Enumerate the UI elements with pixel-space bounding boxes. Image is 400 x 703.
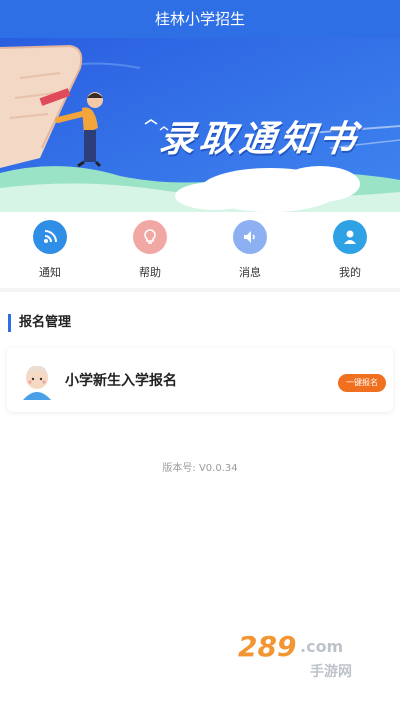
enroll-card[interactable]: 小学新生入学报名 一键报名	[7, 348, 393, 412]
svg-text:289: 289	[238, 630, 296, 663]
section-divider	[0, 288, 400, 292]
site-watermark-logo: 289 .com 手游网	[238, 626, 378, 686]
quick-link-label: 通知	[39, 266, 61, 279]
quick-link-notice[interactable]: 通知	[0, 212, 100, 282]
app-title: 桂林小学招生	[0, 0, 400, 38]
student-avatar-icon	[19, 362, 55, 400]
svg-text:.com: .com	[300, 637, 343, 656]
quick-link-help[interactable]: 帮助	[100, 212, 200, 282]
user-icon	[333, 220, 367, 254]
section-title: 报名管理	[8, 314, 71, 332]
lightbulb-icon	[133, 220, 167, 254]
banner[interactable]: 录取通知书	[0, 38, 400, 212]
signal-icon	[33, 220, 67, 254]
one-click-enroll-button[interactable]: 一键报名	[338, 374, 386, 392]
quick-link-label: 帮助	[139, 266, 161, 279]
speaker-icon	[233, 220, 267, 254]
quick-links: 通知 帮助 消息 我的	[0, 212, 400, 282]
svg-text:手游网: 手游网	[310, 663, 352, 680]
app-screen: 桂林小学招生 录取通知书 通知 帮助 消息 我的 报名管理 小学新生入学报名 一…	[0, 0, 400, 703]
quick-link-label: 消息	[239, 266, 261, 279]
quick-link-label: 我的	[339, 266, 361, 279]
quick-link-profile[interactable]: 我的	[300, 212, 400, 282]
version-text: 版本号: V0.0.34	[162, 463, 238, 474]
banner-title: 录取通知书	[156, 118, 363, 160]
quick-link-messages[interactable]: 消息	[200, 212, 300, 282]
enroll-card-title: 小学新生入学报名	[65, 373, 177, 389]
